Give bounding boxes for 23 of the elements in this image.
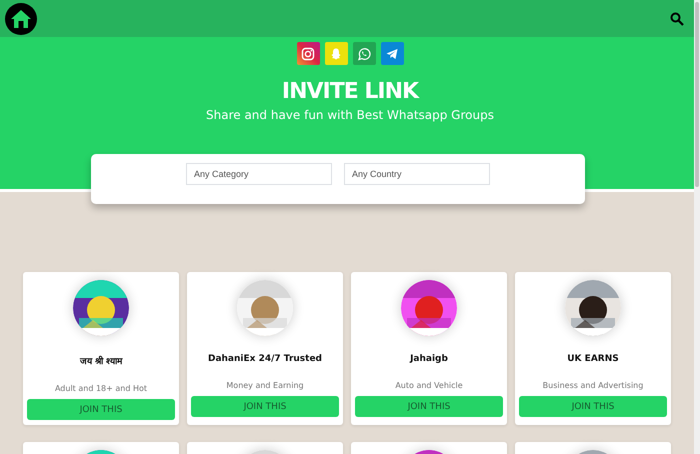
ghost-icon[interactable] <box>324 42 348 65</box>
filter-field[interactable]: Any Category <box>186 163 332 185</box>
group-category: Money and Earning <box>226 381 304 390</box>
group-category: Auto and Vehicle <box>395 381 463 390</box>
group-name: UK EARNS <box>567 354 619 364</box>
instagram-icon[interactable] <box>296 42 320 65</box>
whatsapp-icon[interactable] <box>352 42 376 65</box>
group-category: Business and Advertising <box>542 381 644 390</box>
search-icon[interactable] <box>670 12 684 26</box>
join-button[interactable]: JOIN THIS <box>191 396 339 417</box>
page-subtitle: Share and have fun with Best Whatsapp Groups <box>206 108 494 122</box>
join-button[interactable]: JOIN THIS <box>355 396 503 417</box>
group-category: Adult and 18+ and Hot <box>54 384 148 393</box>
join-button[interactable]: JOIN THIS <box>519 396 667 417</box>
group-name: DahaniEx 24/7 Trusted <box>208 354 322 364</box>
scrollbar[interactable] <box>694 0 700 454</box>
join-button[interactable]: JOIN THIS <box>27 399 175 420</box>
page-title: INVITE LINK <box>282 79 418 104</box>
group-name: जय श्री श्याम <box>80 354 122 367</box>
home-icon[interactable] <box>5 2 37 34</box>
telegram-icon[interactable] <box>380 42 404 65</box>
group-name: Jahaigb <box>410 354 448 364</box>
filter-field[interactable]: Any Country <box>344 163 490 185</box>
